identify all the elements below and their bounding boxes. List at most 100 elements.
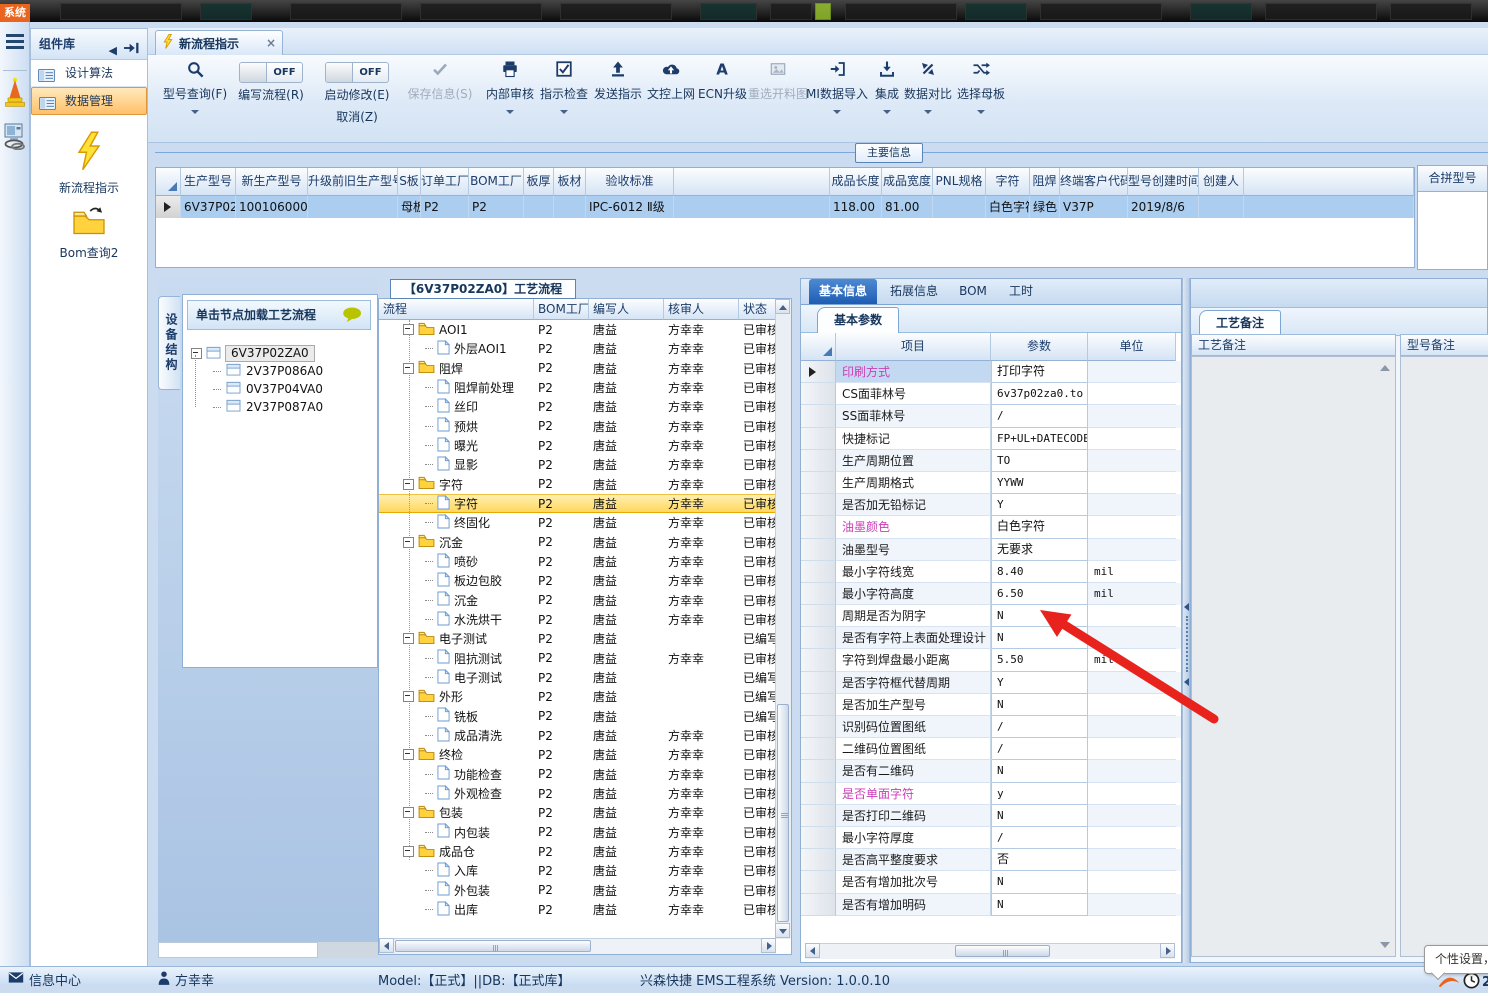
param-row[interactable]: 识别码位置图纸 / (801, 716, 1181, 739)
sidebar-item-design-algorithm[interactable]: 设计算法 (31, 60, 147, 87)
param-row[interactable]: 是否加生产型号 N (801, 693, 1181, 716)
process-row[interactable]: 板边包胶 P2 唐益 方幸幸 已审核 (379, 571, 791, 590)
collapse-icon[interactable] (403, 324, 414, 336)
model-query-button[interactable]: 型号查询(F) (162, 57, 228, 137)
scroll-down-button[interactable] (775, 923, 790, 938)
column-header[interactable]: 新生产型号 (236, 168, 308, 196)
clock-icon[interactable] (1463, 972, 1480, 993)
column-header[interactable]: 验收标准 (586, 168, 674, 196)
param-row[interactable]: 快捷标记 FP+UL+DATECODE (801, 427, 1181, 450)
param-row[interactable]: 字符到焊盘最小距离 5.50 mil (801, 649, 1181, 672)
param-row[interactable]: 生产周期位置 TO (801, 449, 1181, 472)
model-grid-selected-row[interactable]: 6V37P02ZA010010600075252母板P2P2IPC-6012 Ⅱ… (156, 196, 1414, 218)
param-row[interactable]: 周期是否为阴字 N (801, 605, 1181, 628)
workstation-icon[interactable] (3, 122, 27, 154)
process-row[interactable]: AOI1 P2 唐益 方幸幸 已审核 (379, 320, 791, 339)
device-tree-root[interactable]: 6V37P02ZA0 (191, 344, 315, 363)
remark-left-header[interactable]: 工艺备注 (1191, 334, 1396, 356)
column-header[interactable]: 核审人 (664, 299, 739, 320)
param-value-cell[interactable]: / (991, 716, 1088, 739)
scroll-up-button[interactable] (775, 299, 790, 314)
param-value-cell[interactable]: 打印字符 (991, 361, 1088, 384)
tab-basic-params[interactable]: 基本参数 (817, 307, 900, 333)
scroll-down-icon[interactable] (1380, 942, 1390, 948)
tab-extended-info[interactable]: 拓展信息 (881, 279, 947, 304)
sidebar-item-data-management[interactable]: 数据管理 (31, 87, 147, 115)
param-row[interactable]: 油墨型号 无要求 (801, 538, 1181, 561)
panel-splitter[interactable] (1182, 278, 1190, 963)
process-row[interactable]: 预烘 P2 唐益 方幸幸 已审核 (379, 417, 791, 436)
remark-right-body[interactable] (1400, 356, 1488, 957)
param-row[interactable]: 二维码位置图纸 / (801, 738, 1181, 761)
param-row[interactable]: 是否高平整度要求否 (801, 849, 1181, 872)
beacon-icon[interactable] (3, 77, 27, 109)
param-value-cell[interactable]: N (991, 804, 1088, 827)
process-row[interactable]: 终检 P2 唐益 方幸幸 已审核 (379, 745, 791, 764)
param-row[interactable]: 是否单面字符 y (801, 782, 1181, 805)
process-row[interactable]: 外观检查 P2 唐益 方幸幸 已审核 (379, 784, 791, 803)
select-motherboard-button[interactable]: 选择母板 (954, 57, 1008, 137)
toggle-switch[interactable]: OFF (325, 62, 389, 83)
collapse-icon[interactable] (191, 348, 202, 359)
param-value-cell[interactable]: y (991, 782, 1088, 805)
process-row[interactable]: 外包装 P2 唐益 方幸幸 已审核 (379, 881, 791, 900)
param-row[interactable]: 是否字符框代替周期 Y (801, 671, 1181, 694)
ecn-upgrade-button[interactable]: A ECN升级 (698, 57, 747, 137)
collapse-icon[interactable] (403, 536, 414, 548)
param-horizontal-scrollbar[interactable] (805, 943, 1175, 959)
column-header[interactable]: 单位 (1088, 333, 1176, 361)
process-row[interactable]: 字符 P2 唐益 方幸幸 已审核 (379, 475, 791, 494)
chevron-down-icon[interactable] (191, 110, 199, 114)
process-row[interactable]: 阻焊 P2 唐益 方幸幸 已审核 (379, 359, 791, 378)
device-root-label[interactable]: 6V37P02ZA0 (225, 345, 315, 362)
process-row[interactable]: 内包装 P2 唐益 方幸幸 已审核 (379, 823, 791, 842)
collapse-icon[interactable] (403, 807, 414, 819)
toggle-switch[interactable]: OFF (239, 62, 303, 83)
column-header[interactable] (1244, 168, 1414, 196)
process-row[interactable]: 电子测试 P2 唐益 已编写 (379, 668, 791, 687)
chevron-down-icon[interactable] (506, 110, 514, 114)
merge-model-header[interactable]: 合拼型号 (1418, 166, 1487, 192)
doc-control-upload-button[interactable]: 文控上网 (645, 57, 697, 137)
send-instruction-button[interactable]: 发送指示 (592, 57, 644, 137)
process-row[interactable]: 显影 P2 唐益 方幸幸 已审核 (379, 455, 791, 474)
tool-bom-query[interactable]: Bom查询2 (31, 206, 147, 261)
splitter-grip[interactable] (1186, 616, 1188, 672)
param-row[interactable]: 印刷方式 打印字符 (801, 361, 1181, 384)
remark-right-header[interactable]: 型号备注 (1400, 334, 1488, 356)
column-header[interactable]: 升级前旧生产型号 (308, 168, 398, 196)
column-header[interactable]: 创建人 (1199, 168, 1244, 196)
param-row[interactable]: 是否打印二维码 N (801, 804, 1181, 827)
param-row[interactable]: 是否有增加明码 N (801, 893, 1181, 916)
collapse-icon[interactable] (403, 749, 414, 761)
close-icon[interactable]: × (266, 37, 276, 49)
chevron-down-icon[interactable] (883, 110, 891, 114)
param-value-cell[interactable]: N (991, 605, 1088, 628)
column-header[interactable]: BOM工厂 (469, 168, 524, 196)
device-tree-node[interactable]: 0V37P04VA0 (213, 381, 323, 397)
column-header[interactable]: 状态 (739, 299, 777, 320)
param-row[interactable]: 是否有二维码 N (801, 760, 1181, 783)
process-row[interactable]: 沉金 P2 唐益 方幸幸 已审核 (379, 591, 791, 610)
param-value-cell[interactable]: Y (991, 671, 1088, 694)
scrollbar-thumb[interactable] (955, 945, 1050, 957)
column-header[interactable]: 流程 (379, 299, 534, 320)
chevron-down-icon[interactable] (924, 110, 932, 114)
internal-audit-button[interactable]: 内部审核 (482, 57, 538, 137)
param-value-cell[interactable]: / (991, 738, 1088, 761)
column-header[interactable]: 字符 (986, 168, 1030, 196)
process-row[interactable]: 成品仓 P2 唐益 方幸幸 已审核 (379, 842, 791, 861)
process-row[interactable]: 电子测试 P2 唐益 已编写 (379, 629, 791, 648)
column-header[interactable]: 终端客户代码 (1060, 168, 1128, 196)
column-header[interactable]: S板 (398, 168, 421, 196)
grid-corner-cell[interactable] (801, 333, 836, 361)
process-row[interactable]: 字符 P2 唐益 方幸幸 已审核 (379, 493, 791, 514)
column-header[interactable] (674, 168, 830, 196)
collapse-left-icon[interactable] (1184, 603, 1189, 611)
column-header[interactable]: PNL规格 (933, 168, 986, 196)
process-row[interactable]: 成品清洗 P2 唐益 方幸幸 已审核 (379, 726, 791, 745)
chevron-down-icon[interactable] (977, 110, 985, 114)
param-value-cell[interactable]: Y (991, 494, 1088, 517)
device-tree-node[interactable]: 2V37P086A0 (213, 363, 323, 379)
param-value-cell[interactable]: N (991, 627, 1088, 650)
